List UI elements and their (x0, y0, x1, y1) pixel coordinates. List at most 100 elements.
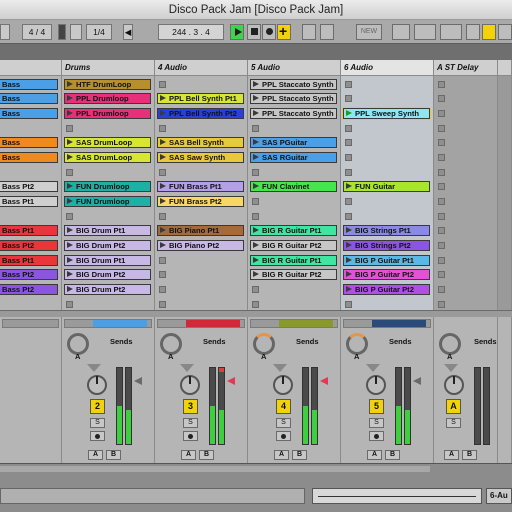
track-activator-button[interactable]: A (446, 399, 461, 414)
clip-slot[interactable] (341, 165, 433, 180)
crossfade-a-button[interactable]: A (274, 450, 289, 460)
punch-out-button[interactable] (440, 24, 462, 40)
clip[interactable]: BIG R Guitar Pt2 (250, 269, 337, 281)
clip[interactable]: FUN Brass Pt1 (157, 181, 244, 193)
clip-slot[interactable] (341, 136, 433, 151)
clip[interactable]: BIG R Guitar Pt2 (250, 239, 337, 251)
clip-slot[interactable] (62, 209, 154, 224)
clip[interactable]: BIG P Guitar Pt1 (343, 254, 430, 266)
crossfade-b-button[interactable]: B (385, 450, 400, 460)
clip-slot[interactable]: PPL Bell Synth Pt2 (155, 106, 247, 121)
clip[interactable]: BIG Drum Pt2 (64, 283, 151, 295)
clip-slot[interactable]: HTF DrumLoop (62, 77, 154, 92)
clip-launch-icon[interactable] (346, 271, 352, 278)
clip-launch-icon[interactable] (67, 153, 73, 160)
clip-launch-icon[interactable] (67, 139, 73, 146)
clip-slot[interactable]: FUN Drumloop (62, 194, 154, 209)
clip-slot[interactable]: FUN Brass Pt2 (155, 194, 247, 209)
clip[interactable]: Bass Pt1 (0, 254, 58, 266)
play-button[interactable] (230, 24, 244, 40)
clip-slot[interactable]: PPL Staccato Synth (248, 77, 340, 92)
clip-slot[interactable]: BIG Drum Pt2 (62, 238, 154, 253)
clip-stop-icon[interactable] (438, 197, 445, 205)
clip-launch-icon[interactable] (67, 80, 73, 87)
clip[interactable]: SAS Bell Synth (157, 137, 244, 149)
clip[interactable]: Bass (0, 78, 58, 90)
clip-slot[interactable] (434, 165, 497, 180)
clip-launch-icon[interactable] (253, 183, 259, 190)
clip-stop-icon[interactable] (438, 227, 445, 235)
clip-slot[interactable] (434, 238, 497, 253)
clip-stop-icon[interactable] (438, 80, 445, 88)
clip-indicator[interactable] (219, 368, 224, 372)
new-button[interactable]: NEW (356, 24, 382, 40)
clip[interactable]: BIG P Guitar Pt2 (343, 283, 430, 295)
clip[interactable]: Bass (0, 93, 58, 105)
clip-slot[interactable]: PPL Bell Synth Pt1 (155, 92, 247, 107)
clip-slot[interactable]: PPL Staccato Synth (248, 106, 340, 121)
clip-slot[interactable] (0, 165, 61, 180)
clip-launch-icon[interactable] (253, 95, 259, 102)
clip-stop-icon[interactable] (159, 300, 166, 308)
clip-stop-icon[interactable] (345, 124, 352, 132)
clip-slot[interactable] (0, 209, 61, 224)
clip-slot[interactable] (248, 121, 340, 136)
key-map-button[interactable] (498, 24, 512, 40)
clip-slot[interactable]: Bass Pt1 (0, 194, 61, 209)
clip-launch-icon[interactable] (346, 109, 352, 116)
punch-in-button[interactable] (414, 24, 436, 40)
pencil-icon[interactable] (466, 24, 480, 40)
clip-slot[interactable] (341, 92, 433, 107)
clip-slot[interactable]: BIG P Guitar Pt1 (341, 253, 433, 268)
clip-slot[interactable] (434, 121, 497, 136)
clip-slot[interactable] (434, 224, 497, 239)
clip-slot[interactable]: SAS DrumLoop (62, 136, 154, 151)
clip-launch-icon[interactable] (253, 80, 259, 87)
clip[interactable]: PPL Drumloop (64, 93, 151, 105)
arm-button[interactable] (90, 431, 105, 441)
clip-slot[interactable]: BIG Drum Pt1 (62, 224, 154, 239)
clip-stop-icon[interactable] (66, 212, 73, 220)
clip-stop-icon[interactable] (66, 168, 73, 176)
record-button[interactable] (262, 24, 276, 40)
clip-slot[interactable] (434, 77, 497, 92)
clip-slot[interactable]: Bass (0, 136, 61, 151)
solo-button[interactable]: S (276, 418, 291, 428)
clip[interactable]: BIG R Guitar Pt1 (250, 225, 337, 237)
clip-launch-icon[interactable] (160, 95, 166, 102)
master-header[interactable] (498, 60, 511, 76)
clip-slot[interactable]: FUN Brass Pt1 (155, 180, 247, 195)
overdub-button[interactable]: + (277, 23, 291, 40)
clip[interactable]: FUN Drumloop (64, 181, 151, 193)
crossfade-b-button[interactable]: B (106, 450, 121, 460)
clip-slot[interactable] (341, 150, 433, 165)
clip-slot[interactable]: BIG P Guitar Pt2 (341, 268, 433, 283)
clip-launch-icon[interactable] (67, 95, 73, 102)
crossfade-b-button[interactable]: B (199, 450, 214, 460)
solo-button[interactable]: S (183, 418, 198, 428)
clip-launch-icon[interactable] (160, 227, 166, 234)
reenable-automation-button[interactable] (320, 24, 334, 40)
clip-slot[interactable]: BIG R Guitar Pt2 (248, 268, 340, 283)
clip-slot[interactable]: BIG R Guitar Pt1 (248, 253, 340, 268)
clip-slot[interactable]: PPL Drumloop (62, 106, 154, 121)
clip-stop-icon[interactable] (345, 95, 352, 103)
clip-slot[interactable] (155, 282, 247, 297)
mixer-horizontal-scroll[interactable] (0, 466, 430, 472)
arrow-left-icon[interactable]: ◀ (123, 24, 133, 40)
clip-launch-icon[interactable] (160, 139, 166, 146)
clip-stop-icon[interactable] (159, 212, 166, 220)
session-horizontal-scroll[interactable] (0, 310, 512, 317)
clip-detail-field[interactable] (0, 488, 305, 504)
time-signature[interactable]: 4 / 4 (22, 24, 52, 40)
clip[interactable]: BIG Drum Pt1 (64, 225, 151, 237)
clip[interactable]: Bass (0, 107, 58, 119)
clip-slot[interactable] (62, 165, 154, 180)
clip[interactable]: BIG Piano Pt2 (157, 239, 244, 251)
clip-slot[interactable] (341, 121, 433, 136)
clip[interactable]: PPL Bell Synth Pt1 (157, 93, 244, 105)
track-activator-button[interactable]: 2 (90, 399, 105, 414)
clip-slot[interactable]: BIG Drum Pt1 (62, 253, 154, 268)
clip[interactable]: Bass Pt2 (0, 181, 58, 193)
track-activator-button[interactable]: 4 (276, 399, 291, 414)
